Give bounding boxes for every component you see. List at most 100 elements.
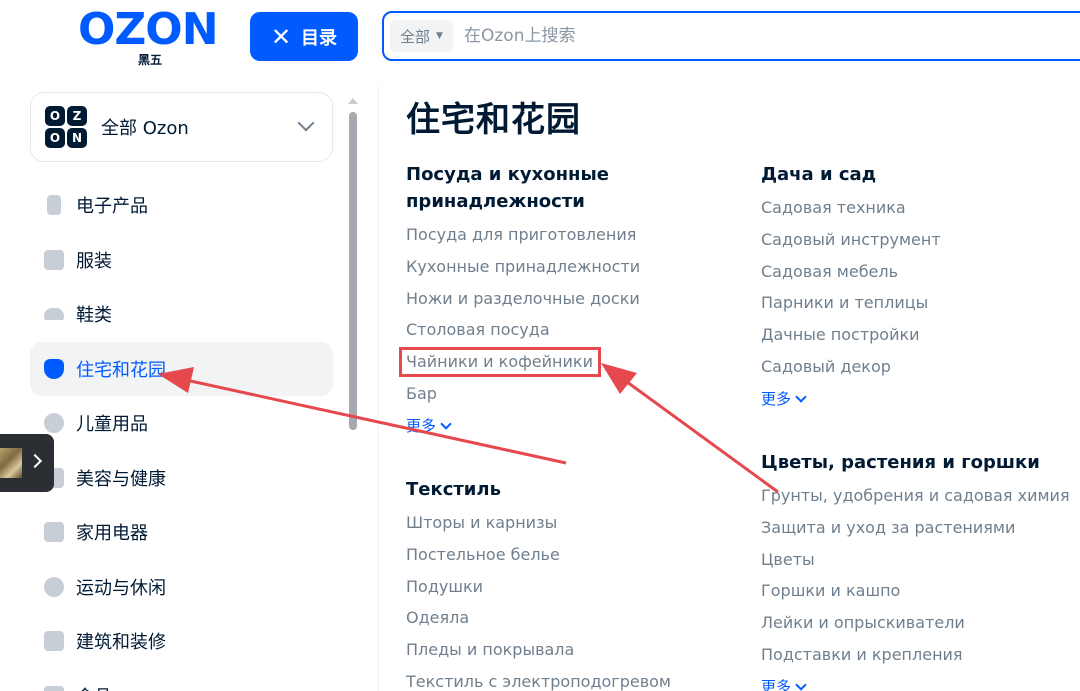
search-bar: 全部 ▼	[382, 11, 1080, 61]
chevron-right-icon	[27, 453, 43, 469]
category-link[interactable]: Садовый инструмент	[761, 224, 1080, 256]
appliance-icon	[44, 522, 64, 543]
ozon-grid-icon: O Z O N	[45, 106, 87, 148]
group-title[interactable]: Посуда и кухонные принадлежности	[406, 161, 636, 215]
category-link[interactable]: Цветы	[761, 544, 1080, 576]
link-list: Посуда для приготовления Кухонные принад…	[406, 219, 726, 442]
category-link[interactable]: Лейки и опрыскиватели	[761, 607, 1080, 639]
link-list: Грунты, удобрения и садовая химия Защита…	[761, 480, 1080, 691]
sidebar-item-label: 住宅和花园	[76, 359, 166, 381]
category-link[interactable]: Горшки и кашпо	[761, 575, 1080, 607]
sidebar-item-food[interactable]: 食品	[30, 669, 333, 691]
sidebar-item-label: 食品	[76, 683, 112, 691]
more-label: 更多	[761, 389, 792, 408]
sidebar-item-label: 电子产品	[76, 196, 148, 218]
header: OZON 黑五 ✕ 目录 全部 ▼	[0, 0, 1080, 80]
search-scope-dropdown[interactable]: 全部 ▼	[390, 20, 453, 52]
more-link[interactable]: 更多	[761, 383, 1080, 415]
link-list: Шторы и карнизы Постельное белье Подушки…	[406, 507, 726, 691]
category-link[interactable]: Пледы и покрывала	[406, 634, 726, 666]
category-link[interactable]: Текстиль с электроподогревом	[406, 666, 726, 691]
shirt-icon	[44, 249, 64, 270]
category-link[interactable]: Парники и теплицы	[761, 287, 1080, 319]
sidebar-item-shoes[interactable]: 鞋类	[30, 287, 333, 342]
ozon-letter: N	[67, 128, 87, 148]
scroll-up-icon[interactable]	[348, 98, 358, 104]
ozon-letter: O	[45, 128, 65, 148]
logo-subtitle: 黑五	[138, 53, 163, 67]
category-link[interactable]: Садовая мебель	[761, 256, 1080, 288]
group-title[interactable]: Цветы, растения и горшки	[761, 449, 1080, 476]
catalog-button[interactable]: ✕ 目录	[250, 12, 358, 61]
sidebar-item-label: 建筑和装修	[76, 632, 166, 654]
sidebar-item-sport[interactable]: 运动与休闲	[30, 560, 333, 615]
highlight-box	[399, 347, 601, 377]
close-icon: ✕	[270, 22, 292, 51]
category-link[interactable]: Подушки	[406, 571, 726, 603]
shoe-icon	[44, 308, 64, 321]
sidebar-item-home-garden[interactable]: 住宅和花园	[30, 341, 333, 396]
category-group-plants: Цветы, растения и горшки Грунты, удобрен…	[761, 449, 1080, 691]
category-group-kitchen: Посуда и кухонные принадлежности Посуда …	[406, 161, 726, 442]
more-label: 更多	[406, 416, 437, 435]
group-title[interactable]: Дача и сад	[761, 161, 1080, 188]
more-link[interactable]: 更多	[761, 671, 1080, 691]
category-link[interactable]: Столовая посуда	[406, 314, 726, 346]
food-icon	[44, 685, 64, 691]
category-link[interactable]: Садовый декор	[761, 351, 1080, 383]
chevron-down-icon	[795, 391, 807, 403]
sidebar-item-label: 鞋类	[76, 305, 112, 327]
caret-down-icon: ▼	[436, 31, 443, 41]
category-link[interactable]: Бар	[406, 378, 726, 410]
sidebar-item-clothing[interactable]: 服装	[30, 233, 333, 288]
scrollbar-thumb[interactable]	[349, 112, 357, 430]
category-link[interactable]: Шторы и карнизы	[406, 507, 726, 539]
page-title: 住宅和花园	[406, 100, 581, 140]
sidebar-scrollbar[interactable]	[348, 98, 358, 691]
link-list: Садовая техника Садовый инструмент Садов…	[761, 192, 1080, 415]
all-ozon-label: 全部 Ozon	[101, 118, 189, 139]
chevron-down-icon	[440, 418, 452, 430]
chevron-down-icon	[795, 679, 807, 691]
category-group-dacha: Дача и сад Садовая техника Садовый инстр…	[761, 161, 1080, 415]
catalog-button-label: 目录	[301, 27, 338, 49]
category-link[interactable]: Грунты, удобрения и садовая химия	[761, 480, 1080, 512]
category-list: 电子产品 服装 鞋类 住宅和花园 儿童用品 美容与健康 家用电器 运动与休闲 建…	[30, 178, 333, 691]
chevron-down-icon	[297, 114, 315, 132]
divider	[378, 85, 379, 691]
sidebar-item-construction[interactable]: 建筑和装修	[30, 614, 333, 669]
ozon-letter: Z	[67, 106, 87, 126]
sidebar-item-beauty[interactable]: 美容与健康	[30, 451, 333, 506]
thumbnail-image	[0, 448, 22, 478]
ozon-logo[interactable]: OZON 黑五	[78, 4, 228, 68]
sidebar-item-label: 美容与健康	[76, 468, 166, 490]
sidebar-item-label: 运动与休闲	[76, 577, 166, 599]
sidebar-item-appliances[interactable]: 家用电器	[30, 505, 333, 560]
sport-icon	[44, 576, 64, 597]
plant-icon	[44, 358, 64, 379]
ozon-letter: O	[45, 106, 65, 126]
sidebar-item-electronics[interactable]: 电子产品	[30, 178, 333, 233]
phone-icon	[47, 195, 61, 216]
sidebar-item-kids[interactable]: 儿童用品	[30, 396, 333, 451]
group-title[interactable]: Текстиль	[406, 476, 726, 503]
category-link[interactable]: Одеяла	[406, 602, 726, 634]
category-link[interactable]: Кухонные принадлежности	[406, 251, 726, 283]
all-ozon-selector[interactable]: O Z O N 全部 Ozon	[30, 92, 333, 162]
category-group-textile: Текстиль Шторы и карнизы Постельное бель…	[406, 476, 726, 691]
category-link[interactable]: Подставки и крепления	[761, 639, 1080, 671]
category-link[interactable]: Защита и уход за растениями	[761, 512, 1080, 544]
category-link[interactable]: Постельное белье	[406, 539, 726, 571]
side-panel-toggle[interactable]	[0, 434, 54, 492]
category-link[interactable]: Ножи и разделочные доски	[406, 283, 726, 315]
search-scope-label: 全部	[400, 27, 431, 46]
more-link[interactable]: 更多	[406, 410, 726, 442]
logo-text: OZON	[78, 4, 219, 55]
more-label: 更多	[761, 677, 792, 691]
search-input[interactable]	[464, 19, 1064, 53]
category-link[interactable]: Дачные постройки	[761, 319, 1080, 351]
sidebar-item-label: 家用电器	[76, 523, 148, 545]
sidebar-item-label: 儿童用品	[76, 414, 148, 436]
category-link[interactable]: Посуда для приготовления	[406, 219, 726, 251]
category-link[interactable]: Садовая техника	[761, 192, 1080, 224]
